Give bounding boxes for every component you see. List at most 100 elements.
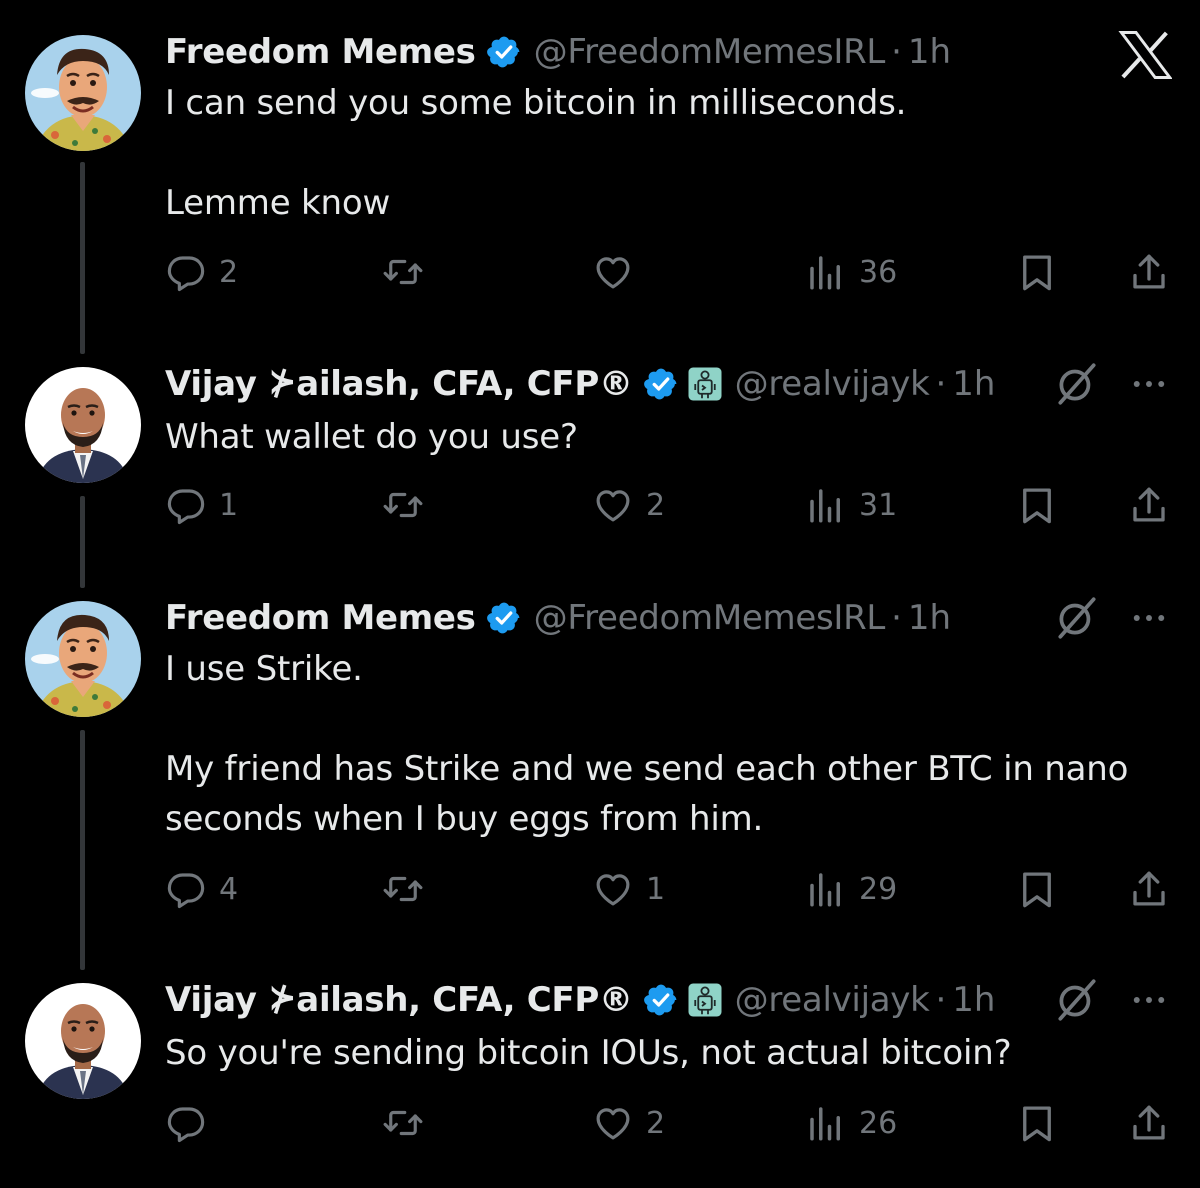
- heart-icon: [592, 1102, 634, 1144]
- reply-button[interactable]: 2: [165, 247, 238, 297]
- repost-icon: [382, 251, 424, 293]
- views-count: 26: [859, 1105, 898, 1141]
- grok-icon[interactable]: [1052, 975, 1102, 1025]
- views-count: 36: [859, 254, 898, 290]
- share-icon: [1128, 484, 1170, 526]
- reply-icon: [165, 1102, 207, 1144]
- separator: ·: [935, 364, 947, 404]
- grok-icon[interactable]: [1052, 359, 1102, 409]
- tweet-text: I can send you some bitcoin in milliseco…: [165, 83, 907, 223]
- bookmark-icon: [1016, 868, 1058, 910]
- share-button[interactable]: [1128, 480, 1170, 530]
- heart-icon: [592, 484, 634, 526]
- reply-icon: [165, 251, 207, 293]
- share-button[interactable]: [1128, 1098, 1170, 1148]
- separator: ·: [891, 32, 902, 72]
- views-icon: [805, 484, 847, 526]
- share-icon: [1128, 251, 1170, 293]
- verified-badge-icon[interactable]: [643, 366, 679, 402]
- avatar[interactable]: [25, 35, 141, 151]
- tweet-text: I use Strike. My friend has Strike and w…: [165, 649, 1129, 839]
- repost-icon: [382, 868, 424, 910]
- grok-icon[interactable]: [1052, 593, 1102, 643]
- reply-icon: [165, 484, 207, 526]
- bot-badge-icon[interactable]: [687, 366, 723, 402]
- handle[interactable]: @realvijayk: [735, 364, 930, 404]
- bookmark-button[interactable]: [1016, 480, 1058, 530]
- views-button[interactable]: 31: [805, 480, 897, 530]
- like-button[interactable]: [592, 247, 634, 297]
- verified-badge-icon[interactable]: [486, 600, 522, 636]
- views-count: 29: [859, 871, 898, 907]
- like-button[interactable]: 2: [592, 1098, 665, 1148]
- like-button[interactable]: 1: [592, 864, 665, 914]
- views-icon: [805, 868, 847, 910]
- avatar[interactable]: [25, 601, 141, 717]
- timestamp[interactable]: 1h: [908, 32, 951, 72]
- reply-button[interactable]: [165, 1098, 219, 1148]
- verified-badge-icon[interactable]: [486, 34, 522, 70]
- more-options-icon[interactable]: [1128, 979, 1170, 1021]
- tweet-header: Vijay ⊁ailash, CFA, CFP® @realvijayk · 1…: [165, 362, 995, 406]
- display-name[interactable]: Freedom Memes: [165, 32, 476, 72]
- bookmark-icon: [1016, 251, 1058, 293]
- share-button[interactable]: [1128, 864, 1170, 914]
- views-count: 31: [859, 487, 898, 523]
- heart-icon: [592, 251, 634, 293]
- timestamp[interactable]: 1h: [952, 364, 995, 404]
- reply-count: 4: [219, 871, 239, 907]
- repost-button[interactable]: [382, 864, 424, 914]
- separator: ·: [891, 598, 902, 638]
- tweet-header: Vijay ⊁ailash, CFA, CFP® @realvijayk · 1…: [165, 978, 995, 1022]
- action-bar: 2 36: [0, 247, 1200, 297]
- bookmark-button[interactable]: [1016, 1098, 1058, 1148]
- display-name[interactable]: Vijay ⊁ailash, CFA, CFP®: [165, 364, 633, 404]
- thread-line: [80, 730, 85, 970]
- x-logo-icon[interactable]: [1118, 30, 1172, 80]
- share-button[interactable]: [1128, 247, 1170, 297]
- like-count: 1: [646, 871, 666, 907]
- reply-count: 1: [219, 487, 239, 523]
- bot-badge-icon[interactable]: [687, 982, 723, 1018]
- tweet-text: So you're sending bitcoin IOUs, not actu…: [165, 1033, 1012, 1073]
- like-button[interactable]: 2: [592, 480, 665, 530]
- display-name[interactable]: Freedom Memes: [165, 598, 476, 638]
- views-button[interactable]: 29: [805, 864, 897, 914]
- views-button[interactable]: 26: [805, 1098, 897, 1148]
- heart-icon: [592, 868, 634, 910]
- repost-icon: [382, 1102, 424, 1144]
- views-button[interactable]: 36: [805, 247, 897, 297]
- repost-button[interactable]: [382, 1098, 424, 1148]
- share-icon: [1128, 1102, 1170, 1144]
- action-bar: 4 1 29: [0, 864, 1200, 914]
- display-name[interactable]: Vijay ⊁ailash, CFA, CFP®: [165, 980, 633, 1020]
- reply-button[interactable]: 4: [165, 864, 238, 914]
- repost-icon: [382, 484, 424, 526]
- more-options-icon[interactable]: [1128, 597, 1170, 639]
- bookmark-button[interactable]: [1016, 864, 1058, 914]
- verified-badge-icon[interactable]: [643, 982, 679, 1018]
- reply-button[interactable]: 1: [165, 480, 238, 530]
- share-icon: [1128, 868, 1170, 910]
- handle[interactable]: @FreedomMemesIRL: [534, 32, 886, 72]
- separator: ·: [935, 980, 947, 1020]
- bookmark-button[interactable]: [1016, 247, 1058, 297]
- views-icon: [805, 1102, 847, 1144]
- more-options-icon[interactable]: [1128, 363, 1170, 405]
- bookmark-icon: [1016, 484, 1058, 526]
- repost-button[interactable]: [382, 480, 424, 530]
- bookmark-icon: [1016, 1102, 1058, 1144]
- avatar[interactable]: [25, 367, 141, 483]
- avatar[interactable]: [25, 983, 141, 1099]
- tweet-header: Freedom Memes @FreedomMemesIRL · 1h: [165, 596, 951, 640]
- handle[interactable]: @FreedomMemesIRL: [534, 598, 886, 638]
- tweet-text: What wallet do you use?: [165, 417, 578, 457]
- handle[interactable]: @realvijayk: [735, 980, 930, 1020]
- reply-count: 2: [219, 254, 239, 290]
- repost-button[interactable]: [382, 247, 424, 297]
- like-count: 2: [646, 487, 666, 523]
- views-icon: [805, 251, 847, 293]
- timestamp[interactable]: 1h: [952, 980, 995, 1020]
- timestamp[interactable]: 1h: [908, 598, 951, 638]
- like-count: 2: [646, 1105, 666, 1141]
